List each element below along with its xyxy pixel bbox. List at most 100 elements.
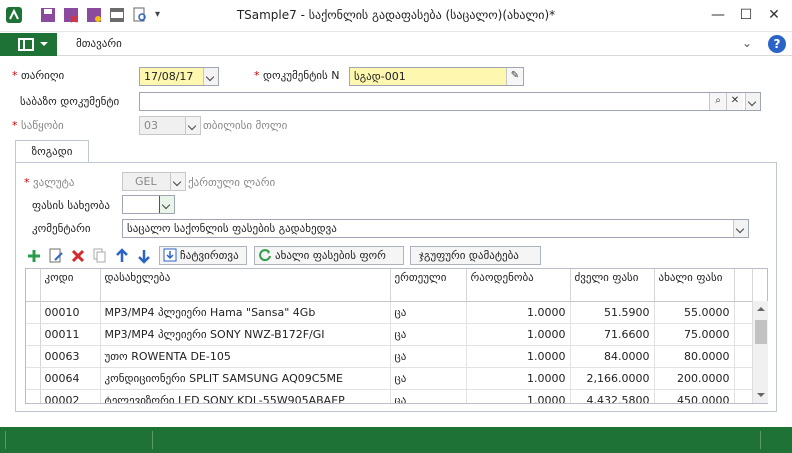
title-bar: ▾ TSample7 - საქონლის გადაფასება (საცალო…	[0, 0, 792, 32]
column-header[interactable]: ახალი ფასი	[654, 269, 735, 302]
cell-new-price[interactable]: 80.0000	[654, 345, 735, 368]
cell-old-price[interactable]: 2,166.0000	[570, 367, 655, 390]
tab-main[interactable]: მთავარი	[76, 37, 122, 50]
search-icon[interactable]: ⌕	[709, 93, 726, 110]
scroll-thumb[interactable]	[755, 320, 767, 344]
cell-qty[interactable]: 1.0000	[466, 345, 571, 368]
warehouse-code-field[interactable]: 03	[139, 116, 201, 135]
cell-unit[interactable]: ცა	[390, 301, 467, 324]
row-selector[interactable]	[26, 345, 41, 368]
column-header[interactable]: კოდი	[40, 269, 101, 302]
docnum-field[interactable]: სგად-001 ✎	[349, 67, 524, 86]
cell-qty[interactable]: 1.0000	[466, 301, 571, 324]
warehouse-dropdown-icon[interactable]	[185, 117, 200, 134]
add-row-icon[interactable]	[26, 248, 42, 264]
file-menu-button[interactable]	[0, 33, 57, 56]
ribbon-bar: მთავარი ⌄ ?	[0, 33, 792, 56]
column-header[interactable]: დასახელება	[100, 269, 391, 302]
currency-dropdown-icon[interactable]	[170, 173, 185, 190]
cell-name[interactable]: MP3/MP4 პლეიერი SONY NWZ-B172F/GI	[100, 323, 391, 346]
delete-row-icon[interactable]	[70, 248, 86, 264]
edit-row-icon[interactable]	[48, 248, 64, 264]
cell-new-price[interactable]: 450.0000	[654, 389, 735, 403]
refresh-icon	[259, 249, 271, 262]
column-header[interactable]: ერთეული	[390, 269, 467, 302]
move-up-icon[interactable]	[114, 248, 130, 264]
docnum-wand-icon[interactable]: ✎	[506, 68, 523, 85]
cell-name[interactable]: ტელევიზორი LED SONY KDL-55W905ABAEP	[100, 389, 391, 403]
close-button[interactable]: ✕	[761, 4, 787, 26]
status-separator	[152, 431, 153, 449]
cell-new-price[interactable]: 75.0000	[654, 323, 735, 346]
file-menu-icon	[18, 38, 34, 51]
column-header[interactable]: რაოდენობა	[466, 269, 571, 302]
pricetype-label: ფასის სახეობა	[32, 199, 110, 212]
cell-old-price[interactable]: 51.5900	[570, 301, 655, 324]
table-row[interactable]: 00010 MP3/MP4 პლეიერი Hama "Sansa" 4Gb ც…	[26, 301, 753, 324]
comment-dropdown-icon[interactable]	[733, 220, 748, 237]
cell-name[interactable]: MP3/MP4 პლეიერი Hama "Sansa" 4Gb	[100, 301, 391, 324]
comment-label: კომენტარი	[32, 222, 91, 235]
filler-cell	[734, 345, 753, 368]
filler-cell	[734, 323, 753, 346]
cell-code[interactable]: 00002	[40, 389, 101, 403]
column-header[interactable]: ძველი ფასი	[570, 269, 655, 302]
cell-code[interactable]: 00064	[40, 367, 101, 390]
comment-field[interactable]: საცალო საქონლის ფასების გადახედვა	[122, 219, 749, 238]
ribbon-expand-icon[interactable]: ⌄	[742, 36, 752, 50]
cell-qty[interactable]: 1.0000	[466, 367, 571, 390]
table-row[interactable]: 00002 ტელევიზორი LED SONY KDL-55W905ABAE…	[26, 389, 753, 403]
grid-vertical-scrollbar[interactable]	[752, 301, 768, 403]
cell-code[interactable]: 00011	[40, 323, 101, 346]
currency-code-field[interactable]: GEL	[122, 172, 186, 191]
base-doc-dropdown-icon[interactable]	[745, 93, 760, 110]
filler-cell	[734, 389, 753, 403]
cell-old-price[interactable]: 4,432.5800	[570, 389, 655, 403]
status-separator	[5, 431, 6, 449]
warehouse-label: * საწყობი	[12, 119, 64, 132]
minimize-button[interactable]: —	[705, 4, 731, 26]
cell-unit[interactable]: ცა	[390, 323, 467, 346]
pricetype-dropdown-icon[interactable]	[159, 196, 174, 213]
load-button[interactable]: ჩატვირთვა	[159, 246, 247, 265]
table-row[interactable]: 00063 უთო ROWENTA DE-105 ცა 1.0000 84.00…	[26, 345, 753, 368]
currency-label: * ვალუტა	[24, 176, 75, 189]
new-prices-button[interactable]: ახალი ფასების ფორ	[254, 246, 404, 265]
clear-icon[interactable]: ✕	[726, 93, 743, 110]
row-selector[interactable]	[26, 389, 41, 403]
cell-qty[interactable]: 1.0000	[466, 323, 571, 346]
base-doc-field[interactable]: ⌕ ✕	[139, 92, 761, 111]
cell-code[interactable]: 00063	[40, 345, 101, 368]
date-label: * თარიღი	[12, 69, 65, 82]
cell-name[interactable]: უთო ROWENTA DE-105	[100, 345, 391, 368]
row-selector[interactable]	[26, 367, 41, 390]
scroll-up-icon[interactable]	[757, 307, 765, 311]
row-selector[interactable]	[26, 323, 41, 346]
cell-name[interactable]: კონდიციონერი SPLIT SAMSUNG AQ09C5ME	[100, 367, 391, 390]
copy-row-icon[interactable]	[92, 248, 108, 264]
date-field[interactable]: 17/08/17	[139, 67, 219, 86]
cell-qty[interactable]: 1.0000	[466, 389, 571, 403]
items-grid: კოდი დასახელება ერთეული რაოდენობა ძველი …	[25, 268, 768, 404]
tab-general[interactable]: ზოგადი	[15, 140, 89, 163]
cell-old-price[interactable]: 84.0000	[570, 345, 655, 368]
window-title: TSample7 - საქონლის გადაფასება (საცალო)(…	[236, 8, 556, 22]
table-row[interactable]: 00011 MP3/MP4 პლეიერი SONY NWZ-B172F/GI …	[26, 323, 753, 346]
date-dropdown-icon[interactable]	[203, 68, 218, 85]
cell-code[interactable]: 00010	[40, 301, 101, 324]
cell-new-price[interactable]: 200.0000	[654, 367, 735, 390]
cell-unit[interactable]: ცა	[390, 389, 467, 403]
row-selector-header[interactable]	[26, 269, 41, 302]
scroll-down-icon[interactable]	[757, 393, 765, 397]
cell-new-price[interactable]: 55.0000	[654, 301, 735, 324]
row-selector[interactable]	[26, 301, 41, 324]
cell-unit[interactable]: ცა	[390, 345, 467, 368]
cell-unit[interactable]: ცა	[390, 367, 467, 390]
pricetype-field[interactable]	[122, 195, 175, 214]
help-icon[interactable]: ?	[768, 35, 786, 53]
cell-old-price[interactable]: 71.6600	[570, 323, 655, 346]
table-row[interactable]: 00064 კონდიციონერი SPLIT SAMSUNG AQ09C5M…	[26, 367, 753, 390]
maximize-button[interactable]: ☐	[733, 4, 759, 26]
move-down-icon[interactable]	[136, 248, 152, 264]
group-add-button[interactable]: ჯგუფური დამატება	[410, 246, 541, 265]
